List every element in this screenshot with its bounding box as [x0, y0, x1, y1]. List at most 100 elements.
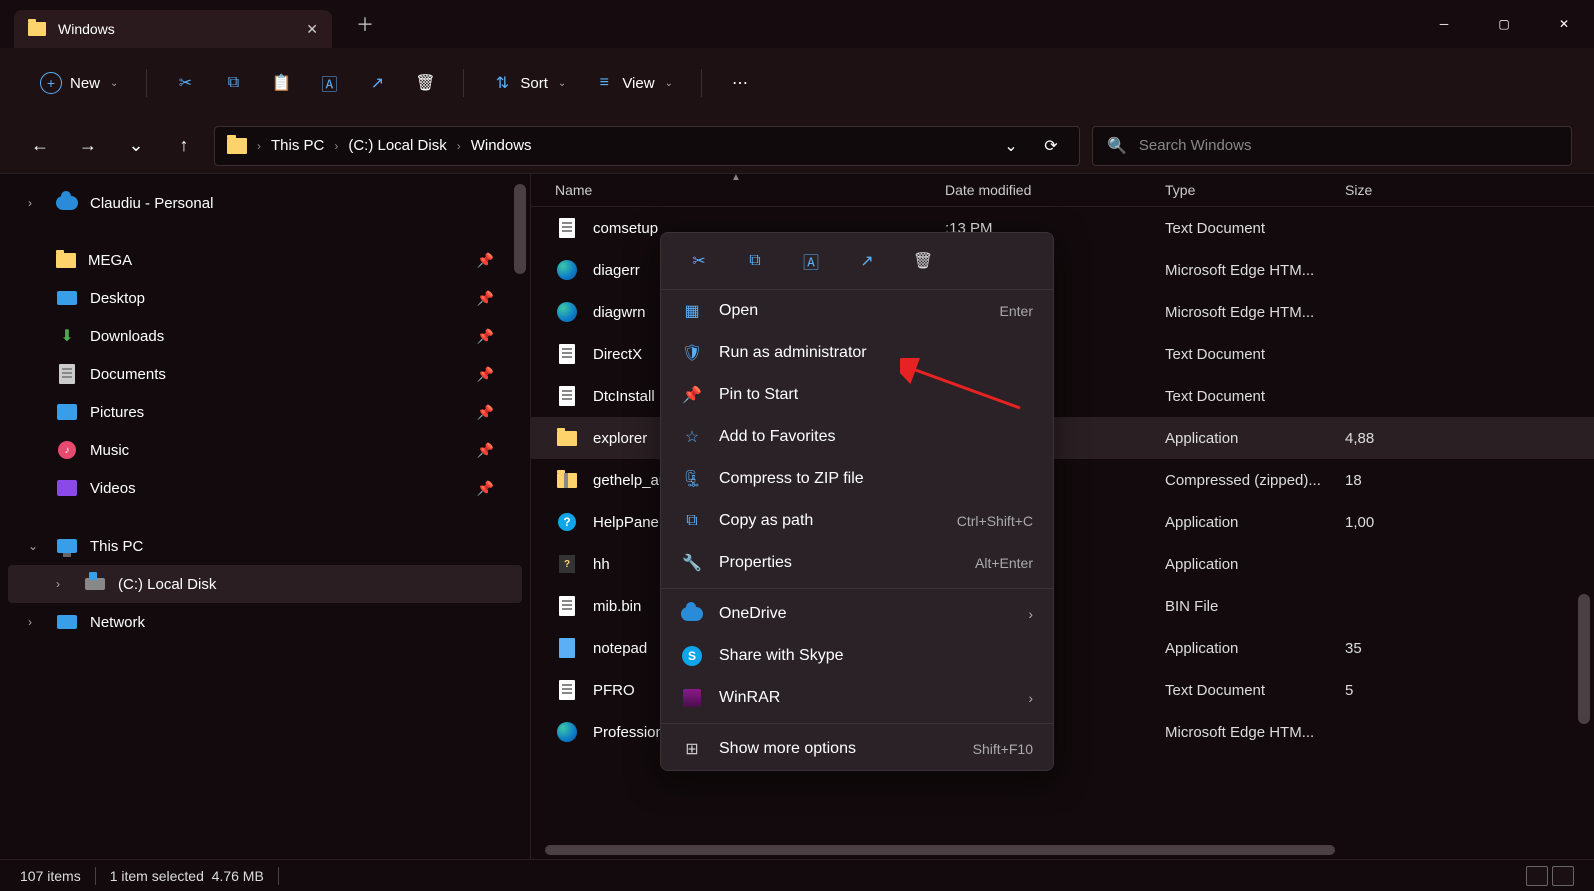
sidebar-pictures[interactable]: Pictures 📌	[8, 393, 522, 431]
paste-button[interactable]: 📋	[261, 65, 301, 101]
ctx-copy-button[interactable]: ⧉	[741, 247, 769, 275]
breadcrumb-drive[interactable]: (C:) Local Disk	[348, 137, 446, 154]
sidebar-network[interactable]: › Network	[8, 603, 522, 641]
separator	[661, 723, 1053, 724]
more-icon: ⋯	[730, 73, 750, 93]
ctx-label: OneDrive	[719, 605, 1012, 623]
pin-icon: 📌	[477, 366, 494, 383]
cut-button[interactable]: ✂	[165, 65, 205, 101]
context-quick-actions: ✂ ⧉ 🄰 ↗ 🗑	[661, 233, 1053, 290]
ctx-more-options[interactable]: ⊞ Show more options Shift+F10	[661, 728, 1053, 770]
ctx-add-favorites[interactable]: ☆ Add to Favorites	[661, 416, 1053, 458]
search-box[interactable]: 🔍	[1092, 126, 1572, 166]
details-view-button[interactable]	[1526, 866, 1548, 886]
view-icon: ≡	[594, 73, 614, 93]
ctx-winrar[interactable]: WinRAR ›	[661, 677, 1053, 719]
desktop-icon	[56, 289, 78, 307]
documents-icon	[56, 365, 78, 383]
ctx-rename-button[interactable]: 🄰	[797, 247, 825, 275]
ctx-skype[interactable]: S Share with Skype	[661, 635, 1053, 677]
ctx-label: Pin to Start	[719, 386, 1033, 404]
file-size: 4,88	[1345, 430, 1374, 447]
sidebar-music[interactable]: ♪ Music 📌	[8, 431, 522, 469]
file-size: 1,00	[1345, 514, 1374, 531]
sidebar-label: Downloads	[90, 328, 465, 345]
back-button[interactable]: ←	[22, 128, 58, 164]
ctx-properties[interactable]: 🔧 Properties Alt+Enter	[661, 542, 1053, 584]
sidebar-thispc[interactable]: ⌄ This PC	[8, 527, 522, 565]
maximize-button[interactable]: ▢	[1474, 0, 1534, 48]
file-icon	[555, 596, 579, 616]
sort-label: Sort	[520, 75, 548, 92]
tab-windows[interactable]: Windows ✕	[14, 10, 332, 48]
new-tab-button[interactable]: ＋	[356, 11, 374, 37]
ctx-share-button[interactable]: ↗	[853, 247, 881, 275]
sort-button[interactable]: ⇅ Sort ⌄	[482, 65, 576, 101]
cloud-icon	[56, 194, 78, 212]
sidebar-scrollbar[interactable]	[514, 184, 526, 274]
ctx-delete-button[interactable]: 🗑	[909, 247, 937, 275]
file-icon	[555, 386, 579, 406]
copy-button[interactable]: ⧉	[213, 65, 253, 101]
up-button[interactable]: ↑	[166, 128, 202, 164]
ctx-hint: Shift+F10	[973, 741, 1033, 757]
file-type: Microsoft Edge HTM...	[1165, 724, 1345, 741]
sidebar-downloads[interactable]: ⬇ Downloads 📌	[8, 317, 522, 355]
column-type[interactable]: Type	[1165, 182, 1345, 198]
sidebar-label: Claudiu - Personal	[90, 195, 502, 212]
sidebar-documents[interactable]: Documents 📌	[8, 355, 522, 393]
more-icon: ⊞	[681, 738, 703, 760]
ctx-open[interactable]: ▦ Open Enter	[661, 290, 1053, 332]
delete-button[interactable]: 🗑	[405, 65, 445, 101]
address-bar[interactable]: › This PC › (C:) Local Disk › Windows ⌄ …	[214, 126, 1080, 166]
column-size[interactable]: Size	[1345, 182, 1594, 198]
pin-icon: 📌	[477, 442, 494, 459]
chevron-down-icon: ⌄	[28, 539, 44, 553]
title-bar: Windows ✕ ＋ ─ ▢ ✕	[0, 0, 1594, 48]
ctx-label: Run as administrator	[719, 344, 1033, 362]
refresh-button[interactable]: ⟳	[1035, 130, 1067, 162]
chevron-down-icon: ⌄	[110, 78, 118, 89]
ctx-copy-path[interactable]: ⧉ Copy as path Ctrl+Shift+C	[661, 500, 1053, 542]
ctx-compress-zip[interactable]: 🗜 Compress to ZIP file	[661, 458, 1053, 500]
new-label: New	[70, 75, 100, 92]
ctx-hint: Ctrl+Shift+C	[957, 513, 1033, 529]
ctx-cut-button[interactable]: ✂	[685, 247, 713, 275]
ctx-label: Open	[719, 302, 984, 320]
breadcrumb-pc[interactable]: This PC	[271, 137, 324, 154]
sidebar-mega[interactable]: MEGA 📌	[8, 242, 522, 279]
sidebar-label: Music	[90, 442, 465, 459]
content-hscrollbar[interactable]	[545, 845, 1335, 855]
share-button[interactable]: ↗	[357, 65, 397, 101]
view-button[interactable]: ≡ View ⌄	[584, 65, 683, 101]
ctx-onedrive[interactable]: OneDrive ›	[661, 593, 1053, 635]
file-icon	[555, 260, 579, 280]
downloads-icon: ⬇	[56, 327, 78, 345]
column-date[interactable]: Date modified	[945, 182, 1165, 198]
ctx-pin-start[interactable]: 📌 Pin to Start	[661, 374, 1053, 416]
column-name[interactable]: Name	[555, 182, 945, 198]
delete-icon: 🗑	[913, 251, 933, 271]
chevron-right-icon: ›	[28, 196, 44, 210]
sidebar-personal[interactable]: › Claudiu - Personal	[8, 184, 522, 222]
forward-button[interactable]: →	[70, 128, 106, 164]
minimize-button[interactable]: ─	[1414, 0, 1474, 48]
search-input[interactable]	[1139, 137, 1557, 154]
sidebar-desktop[interactable]: Desktop 📌	[8, 279, 522, 317]
chevron-right-icon: ›	[28, 615, 44, 629]
recent-button[interactable]: ⌄	[118, 128, 154, 164]
sidebar-drive-c[interactable]: › (C:) Local Disk	[8, 565, 522, 603]
history-button[interactable]: ⌄	[995, 130, 1027, 162]
thumbs-view-button[interactable]	[1552, 866, 1574, 886]
more-button[interactable]: ⋯	[720, 65, 760, 101]
new-button[interactable]: + New ⌄	[30, 64, 128, 102]
content-scrollbar[interactable]	[1578, 594, 1590, 724]
view-label: View	[622, 75, 654, 92]
sidebar-videos[interactable]: Videos 📌	[8, 469, 522, 507]
close-button[interactable]: ✕	[1534, 0, 1594, 48]
breadcrumb-folder[interactable]: Windows	[471, 137, 532, 154]
rename-button[interactable]: 🄰	[309, 65, 349, 101]
close-tab-icon[interactable]: ✕	[306, 21, 318, 38]
folder-icon	[56, 253, 76, 268]
ctx-run-as-admin[interactable]: 🛡 Run as administrator	[661, 332, 1053, 374]
